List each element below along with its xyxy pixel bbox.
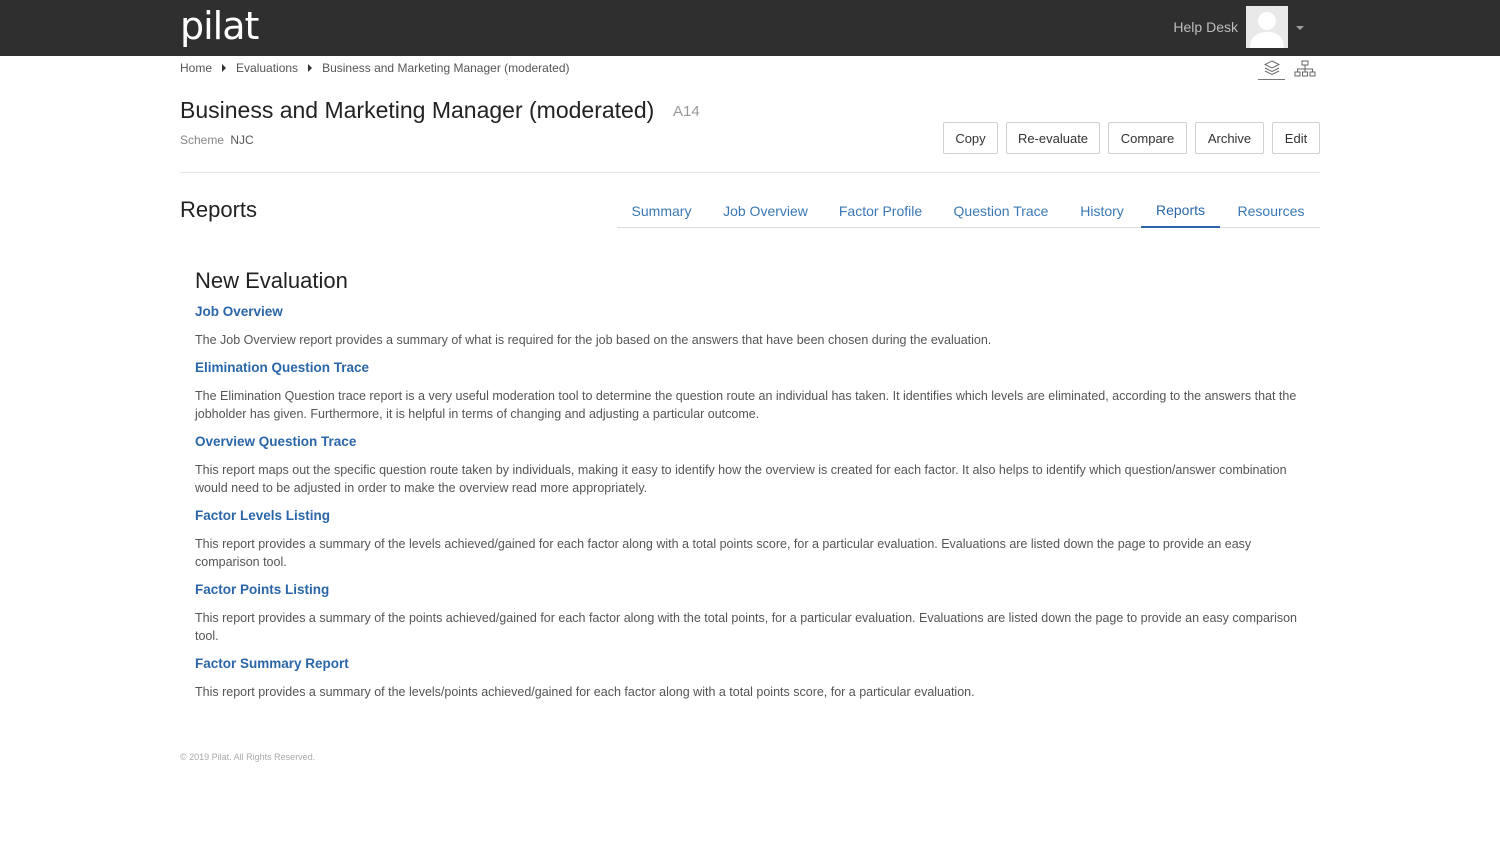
scheme-info: Scheme NJC xyxy=(180,132,254,148)
breadcrumb: Home Evaluations Business and Marketing … xyxy=(180,60,570,76)
report-link-factor-levels-listing[interactable]: Factor Levels Listing xyxy=(195,507,330,525)
layers-icon xyxy=(1263,60,1280,76)
report-description: The Job Overview report provides a summa… xyxy=(195,333,992,347)
tab-history[interactable]: History xyxy=(1065,194,1139,228)
page-title: Business and Marketing Manager (moderate… xyxy=(180,97,655,123)
section-title: Reports xyxy=(180,197,258,222)
avatar[interactable] xyxy=(1246,6,1288,48)
tab-factor-profile[interactable]: Factor Profile xyxy=(824,194,937,228)
report-description: This report maps out the specific questi… xyxy=(195,463,1287,495)
top-navbar: pilat Help Desk xyxy=(0,0,1500,56)
breadcrumb-separator-icon xyxy=(308,64,313,72)
header-divider xyxy=(180,172,1320,173)
report-description: The Elimination Question trace report is… xyxy=(195,389,1297,421)
report-link-overview-question-trace[interactable]: Overview Question Trace xyxy=(195,433,356,451)
report-link-factor-points-listing[interactable]: Factor Points Listing xyxy=(195,581,329,599)
chevron-down-icon[interactable] xyxy=(1296,26,1304,30)
user-silhouette-icon xyxy=(1246,6,1288,48)
footer-copyright: © 2019 Pilat. All Rights Reserved. xyxy=(180,752,316,762)
tab-job-overview[interactable]: Job Overview xyxy=(708,194,823,228)
report-description: This report provides a summary of the po… xyxy=(195,611,1298,643)
report-link-job-overview[interactable]: Job Overview xyxy=(195,303,283,321)
report-link-factor-summary-report[interactable]: Factor Summary Report xyxy=(195,655,349,673)
tab-summary[interactable]: Summary xyxy=(617,194,706,228)
evaluation-code: A14 xyxy=(673,103,700,120)
tab-bar: Summary Job Overview Factor Profile Ques… xyxy=(617,194,1320,228)
tab-question-trace[interactable]: Question Trace xyxy=(938,194,1064,228)
sitemap-icon xyxy=(1294,60,1316,77)
reevaluate-button[interactable]: Re-evaluate xyxy=(1006,122,1100,154)
compare-button[interactable]: Compare xyxy=(1108,122,1187,154)
reports-heading: New Evaluation xyxy=(195,268,348,293)
hierarchy-view-button[interactable] xyxy=(1294,60,1316,80)
breadcrumb-current: Business and Marketing Manager (moderate… xyxy=(322,61,570,75)
scheme-label: Scheme xyxy=(180,133,225,147)
report-link-elimination-question-trace[interactable]: Elimination Question Trace xyxy=(195,359,369,377)
report-description: This report provides a summary of the le… xyxy=(195,685,975,699)
breadcrumb-home[interactable]: Home xyxy=(180,61,212,75)
tab-resources[interactable]: Resources xyxy=(1222,194,1320,228)
user-name[interactable]: Help Desk xyxy=(1150,18,1238,36)
tab-reports[interactable]: Reports xyxy=(1141,194,1220,228)
breadcrumb-separator-icon xyxy=(222,64,227,72)
archive-button[interactable]: Archive xyxy=(1195,122,1264,154)
report-description: This report provides a summary of the le… xyxy=(195,537,1252,569)
scheme-value: NJC xyxy=(230,133,254,147)
pilat-logo[interactable]: pilat xyxy=(180,2,259,50)
layers-view-button[interactable] xyxy=(1258,60,1285,80)
breadcrumb-evaluations[interactable]: Evaluations xyxy=(236,61,298,75)
edit-button[interactable]: Edit xyxy=(1272,122,1320,154)
copy-button[interactable]: Copy xyxy=(943,122,998,154)
